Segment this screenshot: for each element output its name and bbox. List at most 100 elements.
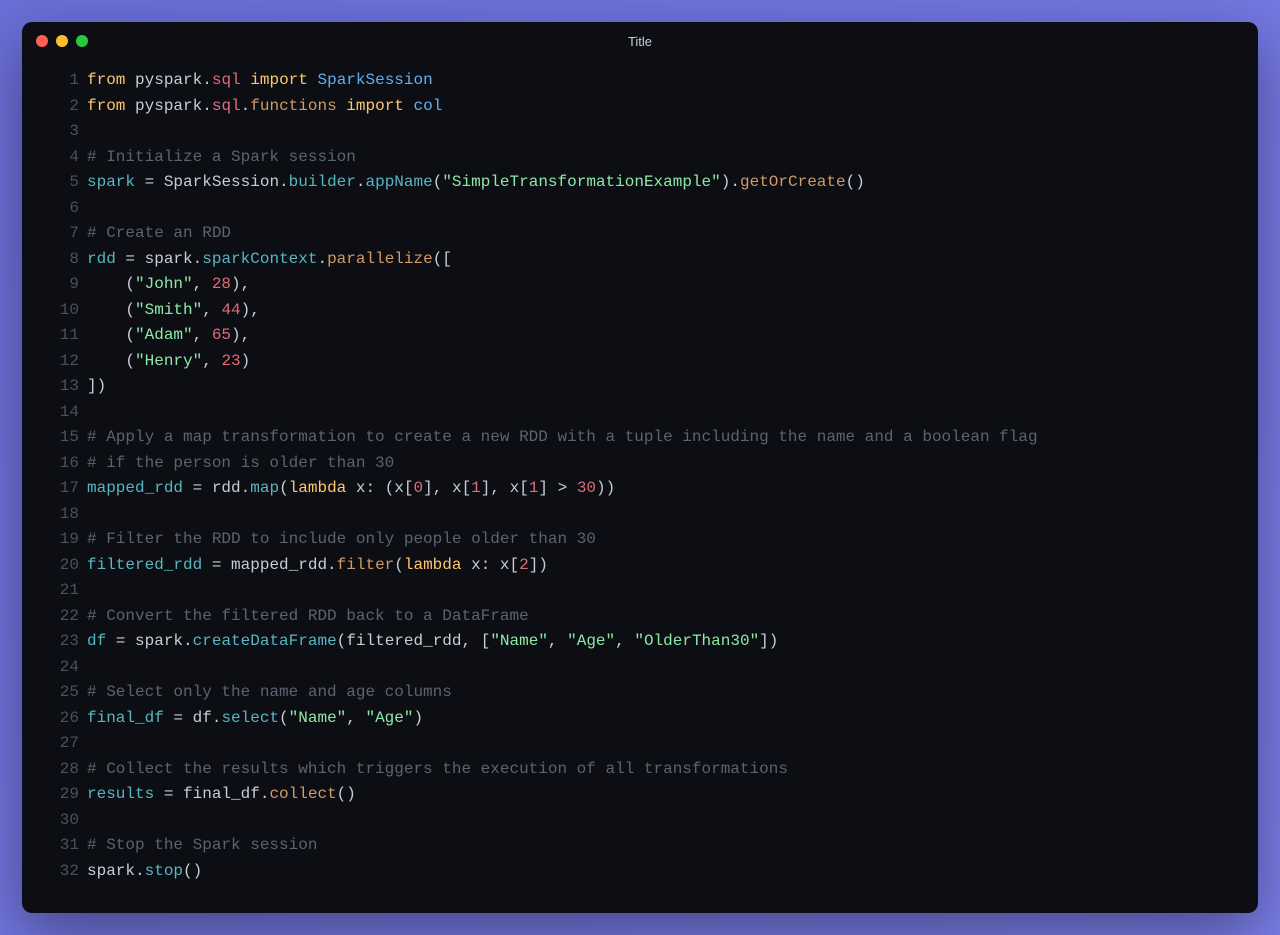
line-content	[87, 578, 1258, 604]
code-line: 15# Apply a map transformation to create…	[22, 425, 1258, 451]
line-content: # Select only the name and age columns	[87, 680, 1258, 706]
line-content: # Create an RDD	[87, 221, 1258, 247]
line-number: 13	[22, 374, 87, 400]
close-icon[interactable]	[36, 35, 48, 47]
code-line: 24	[22, 655, 1258, 681]
line-content: ("John", 28),	[87, 272, 1258, 298]
line-number: 23	[22, 629, 87, 655]
code-line: 25# Select only the name and age columns	[22, 680, 1258, 706]
code-line: 19# Filter the RDD to include only peopl…	[22, 527, 1258, 553]
line-number: 14	[22, 400, 87, 426]
line-number: 2	[22, 94, 87, 120]
line-content	[87, 731, 1258, 757]
code-line: 4# Initialize a Spark session	[22, 145, 1258, 171]
code-line: 10 ("Smith", 44),	[22, 298, 1258, 324]
line-content: from pyspark.sql.functions import col	[87, 94, 1258, 120]
code-line: 17mapped_rdd = rdd.map(lambda x: (x[0], …	[22, 476, 1258, 502]
code-line: 23df = spark.createDataFrame(filtered_rd…	[22, 629, 1258, 655]
line-content: # Stop the Spark session	[87, 833, 1258, 859]
code-line: 28# Collect the results which triggers t…	[22, 757, 1258, 783]
code-line: 9 ("John", 28),	[22, 272, 1258, 298]
line-number: 27	[22, 731, 87, 757]
line-number: 15	[22, 425, 87, 451]
code-line: 8rdd = spark.sparkContext.parallelize([	[22, 247, 1258, 273]
line-number: 32	[22, 859, 87, 885]
code-line: 5spark = SparkSession.builder.appName("S…	[22, 170, 1258, 196]
line-content: filtered_rdd = mapped_rdd.filter(lambda …	[87, 553, 1258, 579]
line-number: 5	[22, 170, 87, 196]
line-number: 31	[22, 833, 87, 859]
line-content: df = spark.createDataFrame(filtered_rdd,…	[87, 629, 1258, 655]
line-content	[87, 119, 1258, 145]
code-line: 1from pyspark.sql import SparkSession	[22, 68, 1258, 94]
line-number: 10	[22, 298, 87, 324]
line-number: 7	[22, 221, 87, 247]
line-content: # Initialize a Spark session	[87, 145, 1258, 171]
line-number: 30	[22, 808, 87, 834]
code-line: 14	[22, 400, 1258, 426]
code-line: 30	[22, 808, 1258, 834]
line-number: 12	[22, 349, 87, 375]
line-content: mapped_rdd = rdd.map(lambda x: (x[0], x[…	[87, 476, 1258, 502]
code-line: 20filtered_rdd = mapped_rdd.filter(lambd…	[22, 553, 1258, 579]
line-content: # Apply a map transformation to create a…	[87, 425, 1258, 451]
line-content	[87, 808, 1258, 834]
line-content: # if the person is older than 30	[87, 451, 1258, 477]
line-number: 6	[22, 196, 87, 222]
line-number: 21	[22, 578, 87, 604]
window-title: Title	[628, 34, 652, 49]
code-line: 31# Stop the Spark session	[22, 833, 1258, 859]
line-number: 18	[22, 502, 87, 528]
line-content: ("Henry", 23)	[87, 349, 1258, 375]
line-content: from pyspark.sql import SparkSession	[87, 68, 1258, 94]
line-content	[87, 502, 1258, 528]
line-number: 22	[22, 604, 87, 630]
line-number: 20	[22, 553, 87, 579]
code-line: 29results = final_df.collect()	[22, 782, 1258, 808]
line-number: 25	[22, 680, 87, 706]
line-number: 3	[22, 119, 87, 145]
code-line: 26final_df = df.select("Name", "Age")	[22, 706, 1258, 732]
code-window: Title 1from pyspark.sql import SparkSess…	[22, 22, 1258, 913]
line-content: final_df = df.select("Name", "Age")	[87, 706, 1258, 732]
code-line: 6	[22, 196, 1258, 222]
line-number: 19	[22, 527, 87, 553]
maximize-icon[interactable]	[76, 35, 88, 47]
line-number: 8	[22, 247, 87, 273]
line-content: ])	[87, 374, 1258, 400]
line-number: 24	[22, 655, 87, 681]
code-line: 18	[22, 502, 1258, 528]
line-content: spark = SparkSession.builder.appName("Si…	[87, 170, 1258, 196]
line-number: 17	[22, 476, 87, 502]
line-content: # Filter the RDD to include only people …	[87, 527, 1258, 553]
traffic-lights	[36, 35, 88, 47]
line-content: ("Adam", 65),	[87, 323, 1258, 349]
line-number: 28	[22, 757, 87, 783]
code-line: 32spark.stop()	[22, 859, 1258, 885]
code-editor[interactable]: 1from pyspark.sql import SparkSession2fr…	[22, 60, 1258, 913]
titlebar: Title	[22, 22, 1258, 60]
code-line: 22# Convert the filtered RDD back to a D…	[22, 604, 1258, 630]
minimize-icon[interactable]	[56, 35, 68, 47]
line-number: 16	[22, 451, 87, 477]
line-number: 11	[22, 323, 87, 349]
line-content: results = final_df.collect()	[87, 782, 1258, 808]
code-line: 3	[22, 119, 1258, 145]
line-content	[87, 196, 1258, 222]
code-line: 12 ("Henry", 23)	[22, 349, 1258, 375]
line-content: spark.stop()	[87, 859, 1258, 885]
line-number: 1	[22, 68, 87, 94]
code-line: 2from pyspark.sql.functions import col	[22, 94, 1258, 120]
line-number: 4	[22, 145, 87, 171]
code-line: 21	[22, 578, 1258, 604]
code-line: 13])	[22, 374, 1258, 400]
line-content: # Convert the filtered RDD back to a Dat…	[87, 604, 1258, 630]
line-content: ("Smith", 44),	[87, 298, 1258, 324]
line-content: # Collect the results which triggers the…	[87, 757, 1258, 783]
code-line: 11 ("Adam", 65),	[22, 323, 1258, 349]
line-content: rdd = spark.sparkContext.parallelize([	[87, 247, 1258, 273]
line-number: 26	[22, 706, 87, 732]
line-content	[87, 400, 1258, 426]
code-line: 7# Create an RDD	[22, 221, 1258, 247]
line-number: 9	[22, 272, 87, 298]
